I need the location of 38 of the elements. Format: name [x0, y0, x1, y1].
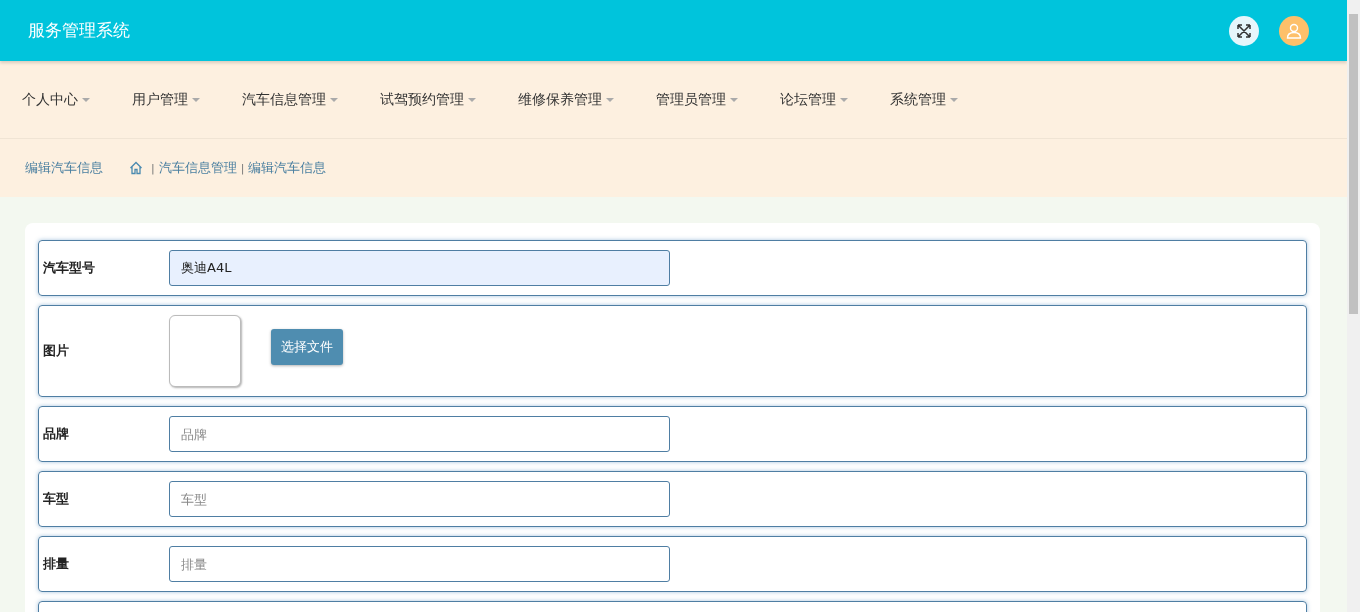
nav-menu-item[interactable]: 维修保养管理 [518, 90, 614, 109]
breadcrumb-link[interactable]: 编辑汽车信息 [248, 159, 327, 177]
field-label: 图片 [43, 342, 70, 360]
caret-icon [730, 97, 738, 102]
field-label: 排量 [43, 555, 70, 573]
caret-icon [330, 97, 338, 102]
scrollbar-thumb[interactable] [1349, 14, 1358, 314]
input-field[interactable]: 排量 [169, 546, 670, 582]
caret-icon [82, 97, 90, 102]
caret-icon [468, 97, 476, 102]
caret-icon [950, 97, 958, 102]
input-field[interactable]: 奥迪A4L [169, 250, 670, 286]
field-label: 品牌 [43, 425, 70, 443]
page-title: 编辑汽车信息 [25, 159, 103, 177]
input-field[interactable]: 品牌 [169, 416, 670, 452]
app-title: 服务管理系统 [28, 19, 130, 42]
breadcrumb-separator: | [240, 161, 245, 175]
nav-menu-item[interactable]: 试驾预约管理 [380, 90, 476, 109]
caret-icon [840, 97, 848, 102]
fullscreen-icon[interactable] [1229, 15, 1259, 46]
field-label: 车型 [43, 490, 70, 508]
input-field[interactable]: 车型 [169, 481, 670, 517]
nav-menu-item[interactable]: 汽车信息管理 [242, 90, 338, 109]
nav-menu-item[interactable]: 管理员管理 [656, 90, 738, 109]
breadcrumb-separator: | [151, 161, 155, 175]
choose-file-button[interactable]: 选择文件 [271, 329, 343, 365]
image-placeholder [169, 315, 241, 387]
nav-menu-item[interactable]: 用户管理 [132, 90, 200, 109]
scrollbar[interactable] [1347, 0, 1360, 612]
nav-menu-item[interactable]: 系统管理 [890, 90, 958, 109]
field-label: 汽车型号 [43, 259, 96, 277]
user-avatar-icon[interactable] [1279, 15, 1309, 46]
home-icon[interactable] [129, 161, 143, 175]
caret-icon [192, 97, 200, 102]
breadcrumb-link[interactable]: 汽车信息管理 [158, 159, 237, 177]
nav-menu-item[interactable]: 论坛管理 [780, 90, 848, 109]
caret-icon [606, 97, 614, 102]
nav-menu-item[interactable]: 个人中心 [22, 90, 90, 109]
